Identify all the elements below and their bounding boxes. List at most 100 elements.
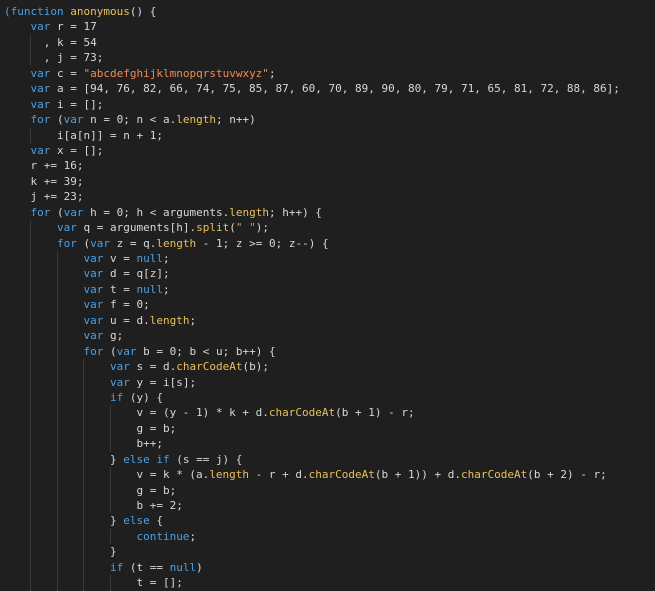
code-line[interactable]: var s = d.charCodeAt(b); — [0, 359, 655, 375]
code-line[interactable]: var x = []; — [0, 143, 655, 158]
code-token: length — [149, 313, 190, 327]
indent-guide — [83, 513, 85, 529]
code-token: var — [83, 252, 110, 265]
code-token: v = — [109, 252, 137, 265]
code-line[interactable]: var d = q[z]; — [0, 266, 655, 282]
code-token: null — [136, 282, 163, 296]
indent-guide — [83, 374, 85, 390]
code-token: length — [176, 113, 216, 127]
code-token: i = []; — [57, 97, 104, 111]
code-line[interactable]: } else if (s == j) { — [0, 451, 655, 468]
indent-guide — [83, 436, 85, 452]
indent-guide — [109, 405, 111, 421]
code-token: null — [136, 252, 163, 265]
code-line[interactable]: var c = "abcdefghijklmnopqrstuvwxyz"; — [0, 66, 655, 81]
code-line[interactable]: i[a[n]] = n + 1; — [0, 127, 655, 143]
code-token: var — [83, 282, 110, 296]
code-token: ; — [189, 313, 197, 327]
code-token: ( — [57, 113, 64, 127]
indent-guide — [83, 559, 85, 576]
code-line[interactable]: v = (y - 1) * k + d.charCodeAt(b + 1) - … — [0, 405, 655, 421]
code-line[interactable]: r += 16; — [0, 158, 655, 173]
indent-guide — [30, 451, 32, 468]
code-line[interactable]: var g; — [0, 328, 655, 344]
indent-guide — [83, 389, 85, 406]
indent-guide — [109, 420, 111, 437]
code-line[interactable]: v = k * (a.length - r + d.charCodeAt(b +… — [0, 467, 655, 483]
code-token: d = q[z]; — [109, 267, 170, 281]
code-token: var — [90, 236, 117, 250]
code-token: (s == j) { — [176, 452, 243, 466]
code-token: ) — [196, 560, 203, 574]
code-token: (b + 2) - r; — [527, 468, 607, 482]
indent-guide — [83, 575, 85, 591]
code-line[interactable]: var q = arguments[h].split(" "); — [0, 220, 655, 236]
code-token: var — [30, 20, 57, 34]
code-line[interactable]: b += 2; — [0, 498, 655, 514]
code-line[interactable]: var v = null; — [0, 251, 655, 267]
code-editor[interactable]: (function anonymous() { var r = 17 , k =… — [0, 0, 655, 591]
code-line[interactable]: var u = d.length; — [0, 312, 655, 329]
code-line[interactable]: continue; — [0, 528, 655, 545]
code-token: for — [30, 113, 57, 127]
indent-guide — [30, 467, 32, 483]
code-token: c = — [57, 66, 84, 80]
indent-guide — [56, 498, 58, 514]
code-line[interactable]: , j = 73; — [0, 50, 655, 66]
code-token: g = b; — [136, 483, 177, 497]
code-line[interactable]: b++; — [0, 436, 655, 452]
indent-guide — [56, 467, 58, 483]
code-token: ); — [255, 221, 269, 235]
code-line[interactable]: } — [0, 544, 655, 560]
code-line[interactable]: var a = [94, 76, 82, 66, 74, 75, 85, 87,… — [0, 81, 655, 96]
code-line[interactable]: (function anonymous() { — [0, 4, 655, 19]
code-line[interactable]: var f = 0; — [0, 297, 655, 313]
code-token: split — [196, 221, 230, 235]
code-line[interactable]: } else { — [0, 513, 655, 529]
indent-guide — [30, 50, 32, 66]
indent-guide — [83, 467, 85, 483]
code-line[interactable]: if (t == null) — [0, 559, 655, 576]
code-token: length — [156, 236, 197, 250]
indent-guide — [30, 498, 32, 514]
code-token: ; — [162, 282, 170, 296]
code-token: else if — [123, 452, 177, 466]
indent-guide — [30, 374, 32, 390]
code-line[interactable]: g = b; — [0, 482, 655, 498]
code-line[interactable]: k += 39; — [0, 174, 655, 189]
code-line[interactable]: for (var b = 0; b < u; b++) { — [0, 343, 655, 360]
code-line[interactable]: t = []; — [0, 575, 655, 591]
code-token: ( — [229, 221, 236, 235]
code-token: length — [209, 468, 250, 482]
code-token: anonymous — [70, 5, 130, 18]
code-token: charCodeAt — [308, 468, 375, 482]
code-line[interactable]: g = b; — [0, 420, 655, 437]
indent-guide — [56, 559, 58, 576]
code-line[interactable]: var r = 17 — [0, 19, 655, 34]
code-line[interactable]: for (var z = q.length - 1; z >= 0; z--) … — [0, 235, 655, 251]
code-line[interactable]: j += 23; — [0, 189, 655, 204]
code-token: (y) { — [129, 390, 163, 404]
code-token: var — [63, 113, 91, 127]
code-line[interactable]: var i = []; — [0, 97, 655, 112]
indent-guide — [30, 266, 32, 282]
code-line[interactable]: , k = 54 — [0, 34, 655, 51]
indent-guide — [109, 482, 111, 498]
indent-guide — [30, 297, 32, 313]
code-token: for — [30, 205, 57, 219]
indent-guide — [30, 127, 32, 143]
indent-guide — [30, 251, 32, 267]
code-line[interactable]: var y = i[s]; — [0, 374, 655, 390]
code-line[interactable]: var t = null; — [0, 281, 655, 298]
code-line[interactable]: for (var h = 0; h < arguments.length; h+… — [0, 205, 655, 220]
indent-guide — [83, 482, 85, 498]
code-line[interactable]: for (var n = 0; n < a.length; n++) — [0, 112, 655, 127]
code-line[interactable]: if (y) { — [0, 389, 655, 406]
indent-guide — [83, 451, 85, 468]
